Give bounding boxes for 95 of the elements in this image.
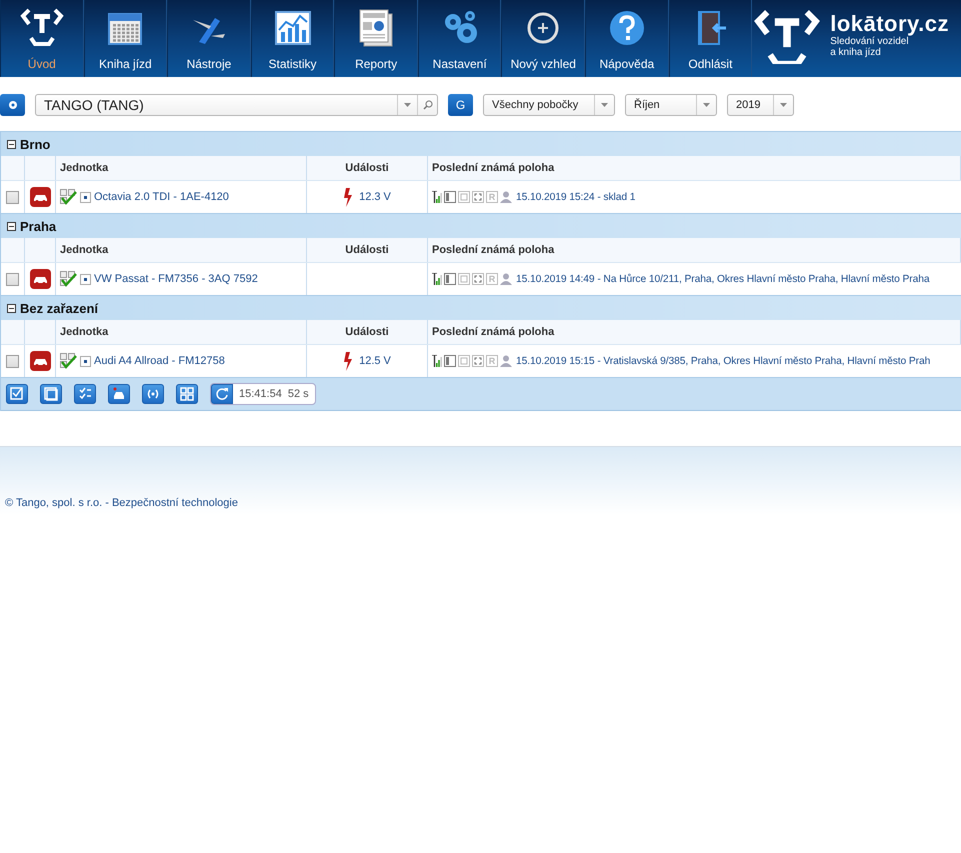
- broadcast-button[interactable]: [142, 384, 164, 404]
- checkbox-icon: [458, 273, 470, 285]
- branch-select[interactable]: Všechny pobočky: [483, 94, 615, 116]
- settings-icon: [8, 100, 18, 110]
- person-icon: [500, 273, 512, 285]
- column-header: Události: [345, 326, 389, 338]
- brand-tagline: Sledování vozidel: [830, 36, 910, 47]
- group-name: Brno: [20, 136, 50, 152]
- nav-button[interactable]: Statistiky: [250, 0, 334, 77]
- column-header: Poslední známá poloha: [432, 244, 554, 256]
- check-icon: [60, 271, 77, 287]
- car-view-button[interactable]: [108, 384, 130, 404]
- focus-icon: [472, 191, 484, 203]
- nav-button[interactable]: Nástroje: [167, 0, 251, 77]
- caret-icon: [404, 103, 411, 107]
- checkbox-icon: [10, 387, 24, 401]
- unit-link[interactable]: VW Passat - FM7356 - 3AQ 7592: [94, 273, 258, 285]
- brand-tagline: a kniha jízd: [830, 47, 882, 58]
- grid-icon: [180, 387, 194, 401]
- settings-button[interactable]: [0, 94, 25, 116]
- bar-chart-icon: [272, 8, 313, 48]
- caret-icon: [601, 103, 608, 107]
- signal-icon: [432, 191, 442, 203]
- nav-button[interactable]: Nápověda: [585, 0, 669, 77]
- checklist-button[interactable]: [74, 384, 96, 404]
- voltage-reading: 12.3 V: [359, 191, 391, 203]
- g-button[interactable]: G: [448, 94, 473, 116]
- refresh-time: 15:41:54: [239, 388, 282, 400]
- panel-icon: [444, 355, 456, 367]
- select-all-button[interactable]: [6, 384, 28, 404]
- signal-icon: [432, 355, 442, 367]
- column-header: Jednotka: [60, 162, 108, 174]
- position-link[interactable]: 15.10.2019 15:24 - sklad 1: [516, 192, 636, 202]
- person-icon: [500, 355, 512, 367]
- unit-link[interactable]: Audi A4 Allroad - FM12758: [94, 355, 225, 367]
- unit-link[interactable]: Octavia 2.0 TDI - 1AE-4120: [94, 191, 229, 203]
- lightning-icon: [343, 352, 354, 370]
- brand-name: lokātory.cz: [830, 12, 950, 36]
- collapse-icon[interactable]: [7, 304, 16, 312]
- search-icon: [422, 100, 432, 110]
- panel-icon: [444, 191, 456, 203]
- column-header: Jednotka: [60, 326, 108, 338]
- nav-button[interactable]: Kniha jízd: [84, 0, 168, 77]
- position-link[interactable]: 15.10.2019 14:49 - Na Hůrce 10/211, Praha, Okres Hlavní město Praha, Hlavní město Praha: [516, 274, 930, 284]
- refresh-countdown: 52 s: [288, 388, 309, 400]
- grid-button[interactable]: [176, 384, 198, 404]
- checkbox-icon: [458, 191, 470, 203]
- caret-icon: [780, 103, 787, 107]
- focus-icon: [472, 355, 484, 367]
- square-icon: [80, 274, 91, 284]
- r-status-icon: R: [486, 191, 498, 203]
- nav-button[interactable]: Odhlásit: [668, 0, 752, 77]
- check-icon: [60, 353, 77, 369]
- column-header: Poslední známá poloha: [432, 326, 554, 338]
- nav-button[interactable]: Nastavení: [418, 0, 502, 77]
- nav-button[interactable]: Nový vzhled: [501, 0, 586, 77]
- refresh-control[interactable]: 15:41:54 52 s: [210, 383, 316, 405]
- collapse-icon[interactable]: [7, 140, 16, 148]
- column-header: Události: [345, 162, 389, 174]
- logo-icon: [18, 6, 65, 48]
- nav-button[interactable]: Reporty: [334, 0, 418, 77]
- company-select[interactable]: TANGO (TANG): [35, 94, 438, 116]
- row-checkbox[interactable]: [6, 272, 19, 286]
- refresh-icon: [215, 387, 229, 401]
- position-link[interactable]: 15.10.2019 15:15 - Vratislavská 9/385, Praha, Okres Hlavní město Praha, Hlavní město Prah: [516, 356, 930, 366]
- caret-icon: [703, 103, 710, 107]
- month-select[interactable]: Říjen: [625, 94, 717, 116]
- nav-button[interactable]: Úvod: [0, 0, 84, 77]
- row-checkbox[interactable]: [6, 354, 19, 368]
- column-header: Poslední známá poloha: [432, 162, 554, 174]
- r-status-icon: R: [486, 273, 498, 285]
- group-name: Bez zařazení: [20, 300, 98, 316]
- square-icon: [80, 356, 91, 366]
- group-name: Praha: [20, 218, 56, 234]
- footer-text: © Tango, spol. s r.o. - Bezpečnostní technologie: [5, 497, 238, 509]
- checkbox-icon: [458, 355, 470, 367]
- check-icon: [60, 189, 77, 205]
- column-header: Jednotka: [60, 244, 108, 256]
- row-checkbox[interactable]: [6, 190, 19, 204]
- column-header: Události: [345, 244, 389, 256]
- signal-icon: [432, 273, 442, 285]
- voltage-reading: 12.5 V: [359, 355, 391, 367]
- panel-icon: [444, 273, 456, 285]
- year-select[interactable]: 2019: [727, 94, 794, 116]
- deselect-button[interactable]: [40, 384, 62, 404]
- square-icon: [44, 387, 58, 401]
- refresh-button[interactable]: [211, 384, 233, 404]
- checklist-icon: [78, 387, 92, 401]
- broadcast-icon: [146, 387, 160, 401]
- lightning-icon: [343, 188, 354, 206]
- collapse-icon[interactable]: [7, 222, 16, 230]
- r-status-icon: R: [486, 355, 498, 367]
- focus-icon: [472, 273, 484, 285]
- person-icon: [500, 191, 512, 203]
- square-icon: [80, 192, 91, 202]
